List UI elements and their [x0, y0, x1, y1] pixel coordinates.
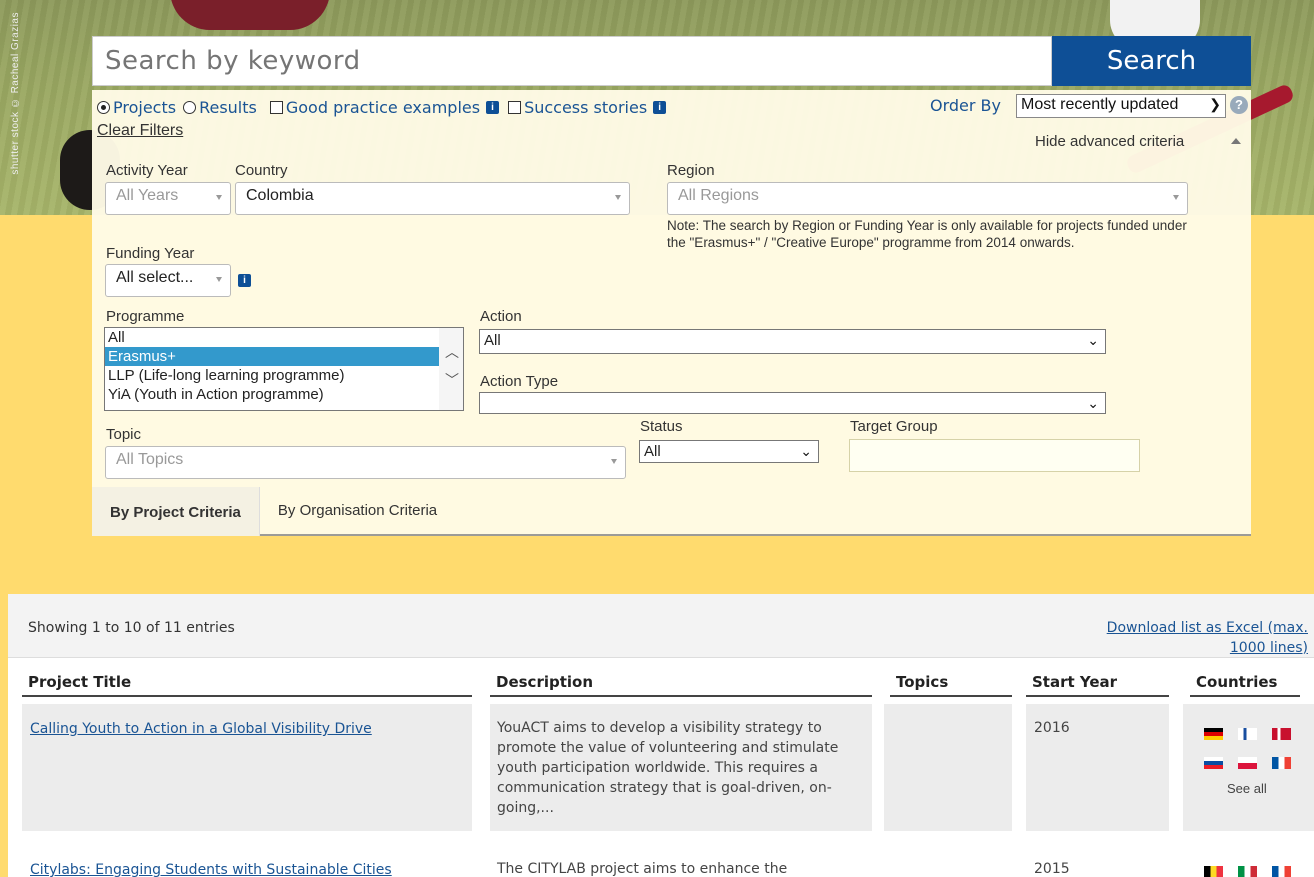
funding-year-select[interactable]: All select...	[105, 264, 231, 297]
programme-scrollbar[interactable]: ︿ ﹀	[439, 328, 463, 410]
success-stories-label[interactable]: Success stories	[524, 98, 647, 117]
target-group-label: Target Group	[850, 418, 938, 435]
activity-year-value: All Years	[116, 187, 179, 204]
criteria-tabs: By Project Criteria By Organisation Crit…	[92, 487, 455, 536]
action-type-select[interactable]: ⌄	[479, 392, 1106, 414]
programme-label: Programme	[106, 308, 185, 325]
target-group-input[interactable]	[849, 439, 1140, 472]
project-title-link[interactable]: Citylabs: Engaging Students with Sustain…	[30, 862, 392, 877]
download-line-2[interactable]: 1000 lines)	[1048, 638, 1308, 658]
radio-projects-icon[interactable]	[97, 101, 110, 114]
dropdown-arrow-icon	[611, 459, 617, 464]
see-all-countries[interactable]: See all	[1227, 781, 1267, 796]
success-stories-info-icon[interactable]: i	[653, 101, 667, 114]
country-label: Country	[235, 162, 288, 179]
hide-advanced-link[interactable]: Hide advanced criteria	[1035, 133, 1184, 150]
topic-select[interactable]: All Topics	[105, 446, 626, 479]
flag-finland-icon	[1238, 728, 1257, 740]
hero-player-shorts	[170, 0, 330, 30]
photo-credit: shutter stock © Racheal Grazias	[10, 12, 21, 175]
chevron-down-icon: ❯	[1209, 96, 1221, 112]
region-label: Region	[667, 162, 715, 179]
clear-filters-link[interactable]: Clear Filters	[97, 122, 183, 140]
entries-count: Showing 1 to 10 of 11 entries	[28, 620, 235, 636]
status-label: Status	[640, 418, 683, 435]
dropdown-arrow-icon	[216, 277, 222, 282]
order-by-label: Order By	[930, 96, 1001, 115]
project-description: The CITYLAB project aims to enhance the	[497, 861, 788, 877]
column-header-topics[interactable]: Topics	[890, 673, 1012, 697]
programme-option-selected[interactable]: Erasmus+	[105, 347, 439, 366]
radio-results-icon[interactable]	[183, 101, 197, 114]
chevron-down-icon: ⌄	[1087, 395, 1099, 411]
country-value: Colombia	[246, 187, 314, 204]
checkbox-good-practice[interactable]	[269, 101, 283, 114]
project-start-year: 2015	[1034, 861, 1070, 877]
dropdown-arrow-icon	[615, 195, 621, 200]
flag-france-icon	[1272, 866, 1291, 877]
flag-slovakia-icon	[1204, 757, 1223, 769]
column-header-start-year[interactable]: Start Year	[1026, 673, 1169, 697]
flag-france-icon	[1272, 757, 1291, 769]
radio-results-label[interactable]: Results	[199, 98, 257, 117]
region-note: Note: The search by Region or Funding Ye…	[667, 218, 1187, 250]
tab-project-criteria[interactable]: By Project Criteria	[92, 487, 260, 536]
flag-poland-icon	[1238, 757, 1257, 769]
checkbox-success-stories[interactable]	[508, 101, 522, 114]
region-select[interactable]: All Regions	[667, 182, 1188, 215]
region-value: All Regions	[678, 187, 759, 204]
tab-organisation-criteria[interactable]: By Organisation Criteria	[260, 487, 455, 536]
dropdown-arrow-icon	[216, 195, 222, 200]
caret-up-icon[interactable]	[1231, 138, 1241, 144]
chevron-down-icon: ⌄	[1087, 332, 1099, 348]
download-excel-link[interactable]: Download list as Excel (max. 1000 lines)	[1048, 618, 1308, 658]
programme-option[interactable]: LLP (Life-long learning programme)	[105, 366, 463, 385]
flag-belgium-icon	[1204, 866, 1223, 877]
radio-projects-label[interactable]: Projects	[113, 98, 176, 117]
action-label: Action	[480, 308, 522, 325]
flag-denmark-icon	[1272, 728, 1291, 740]
funding-year-label: Funding Year	[106, 245, 195, 262]
flag-italy-icon	[1238, 866, 1257, 877]
programme-option[interactable]: YiA (Youth in Action programme)	[105, 385, 463, 404]
flag-germany-icon	[1204, 728, 1223, 740]
order-by-select[interactable]: Most recently updated ❯	[1016, 94, 1226, 118]
topic-label: Topic	[106, 426, 142, 443]
help-icon[interactable]: ?	[1230, 96, 1248, 114]
download-line-1[interactable]: Download list as Excel (max.	[1048, 618, 1308, 638]
order-by-value: Most recently updated	[1021, 96, 1179, 113]
scroll-up-icon[interactable]: ︿	[445, 342, 459, 362]
funding-year-info-icon[interactable]: i	[238, 274, 251, 287]
chevron-down-icon: ⌄	[800, 443, 812, 459]
column-header-description[interactable]: Description	[490, 673, 872, 697]
programme-listbox[interactable]: All Erasmus+ LLP (Life-long learning pro…	[104, 327, 464, 411]
dropdown-arrow-icon	[1173, 195, 1179, 200]
topic-value: All Topics	[116, 451, 184, 468]
activity-year-select[interactable]: All Years	[105, 182, 231, 215]
search-input[interactable]	[92, 36, 1052, 86]
country-select[interactable]: Colombia	[235, 182, 630, 215]
action-select[interactable]: All ⌄	[479, 329, 1106, 354]
search-button[interactable]: Search	[1052, 36, 1251, 86]
table-row-topics-bg	[884, 704, 1012, 831]
activity-year-label: Activity Year	[106, 162, 188, 179]
status-select[interactable]: All ⌄	[639, 440, 819, 463]
programme-option[interactable]: All	[105, 328, 463, 347]
column-header-title[interactable]: Project Title	[22, 673, 472, 697]
good-practice-label[interactable]: Good practice examples	[286, 98, 480, 117]
action-value: All	[484, 332, 501, 349]
result-type-options: Projects Results Good practice examples …	[97, 98, 667, 117]
scroll-down-icon[interactable]: ﹀	[445, 370, 459, 390]
good-practice-info-icon[interactable]: i	[486, 101, 500, 114]
action-type-label: Action Type	[480, 373, 559, 390]
project-start-year: 2016	[1034, 720, 1070, 736]
project-description: YouACT aims to develop a visibility stra…	[497, 720, 839, 816]
funding-year-value: All select...	[116, 269, 194, 286]
status-value: All	[644, 443, 661, 460]
column-header-countries[interactable]: Countries	[1190, 673, 1300, 697]
project-title-link[interactable]: Calling Youth to Action in a Global Visi…	[30, 721, 372, 737]
